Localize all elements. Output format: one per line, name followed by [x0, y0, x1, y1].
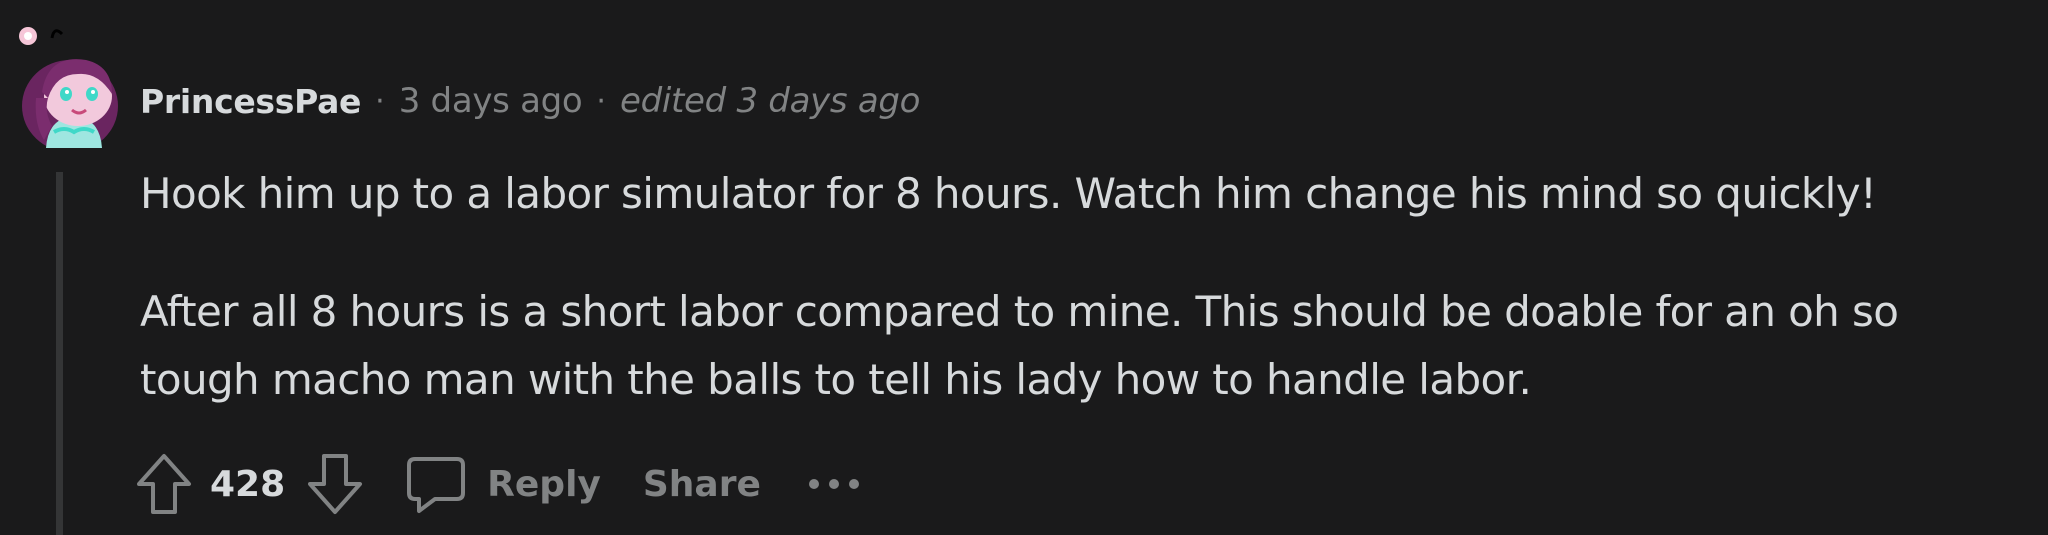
ellipsis-icon — [808, 479, 859, 489]
author-name[interactable]: PrincessPae — [140, 82, 361, 121]
share-button[interactable]: Share — [643, 464, 761, 505]
edited-time: edited 3 days ago — [619, 81, 921, 121]
speech-bubble-icon — [407, 457, 466, 513]
thread-line[interactable] — [56, 172, 63, 535]
comment-paragraph: After all 8 hours is a short labor compa… — [140, 287, 1899, 336]
comment-paragraph: tough macho man with the balls to tell h… — [140, 355, 1532, 404]
meta-separator: · — [375, 83, 385, 119]
vote-score: 428 — [210, 463, 286, 505]
user-avatar[interactable] — [8, 14, 144, 148]
upvote-button[interactable] — [132, 451, 196, 517]
comment-meta: PrincessPae · 3 days ago · edited 3 days… — [140, 73, 920, 129]
downvote-button[interactable] — [303, 451, 367, 517]
meta-separator: · — [596, 83, 606, 119]
comment-body: Hook him up to a labor simulator for 8 h… — [140, 160, 2040, 414]
posted-time[interactable]: 3 days ago — [399, 81, 583, 121]
reply-button[interactable]: Reply — [405, 453, 601, 515]
comment-paragraph: Hook him up to a labor simulator for 8 h… — [140, 169, 1877, 218]
comment: PrincessPae · 3 days ago · edited 3 days… — [0, 0, 2048, 535]
more-options-button[interactable] — [807, 464, 861, 504]
reply-label: Reply — [487, 463, 601, 505]
downvote-arrow-icon — [308, 454, 363, 514]
comment-actions: 428 Reply Share — [132, 448, 861, 520]
upvote-arrow-icon — [137, 454, 191, 514]
share-label: Share — [642, 463, 761, 505]
